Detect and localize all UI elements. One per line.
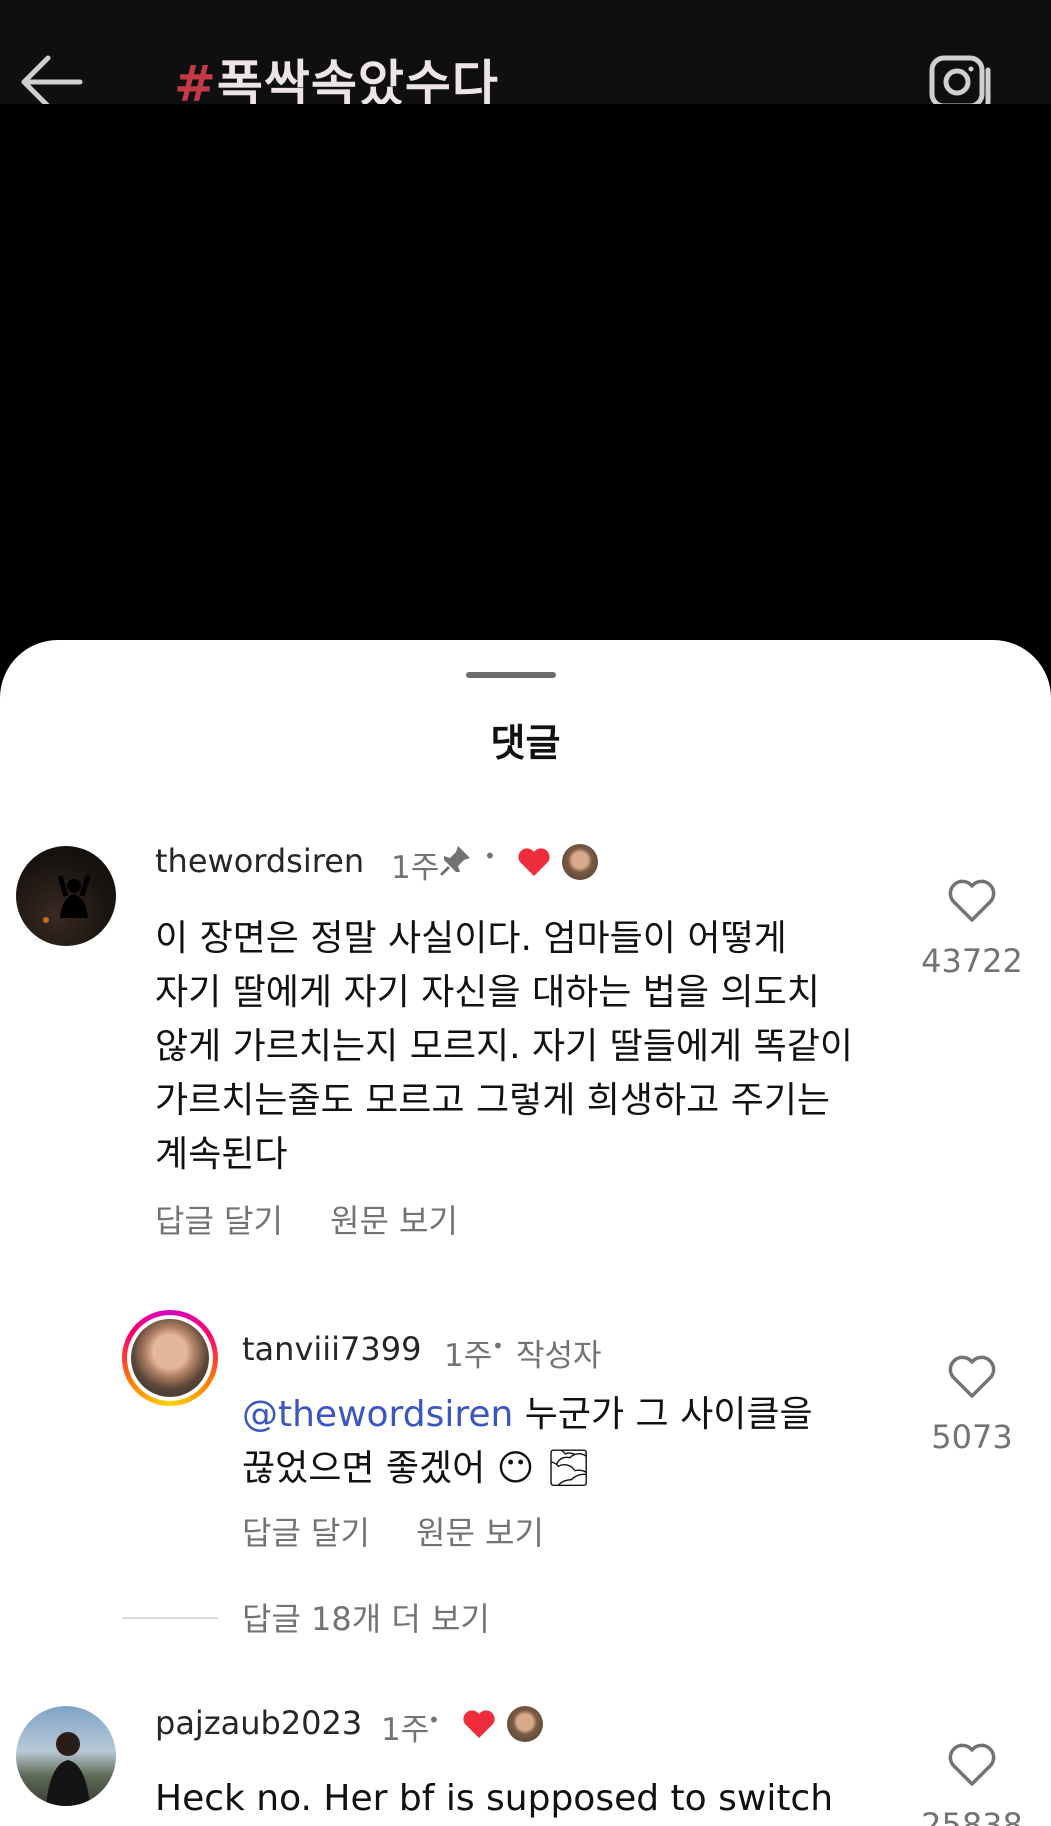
- comments-sheet: 댓글 thewordsiren 1주 • 이 장면은 정말 사실이다. 엄마들이…: [0, 640, 1051, 1826]
- comment-line: 이 장면은 정말 사실이다. 엄마들이 어떻게: [155, 918, 787, 959]
- reply-text-line: 누군가 그 사이클을: [513, 1394, 813, 1435]
- creator-heart-icon: [463, 1710, 495, 1738]
- drag-handle[interactable]: [466, 672, 556, 678]
- reply-text: @thewordsiren 누군가 그 사이클을 끊었으면 좋겠어 😶 🌫: [242, 1388, 813, 1496]
- comment-line: 계속된다: [155, 1134, 288, 1175]
- comment-text: Heck no. Her bf is supposed to switch: [155, 1778, 834, 1819]
- comment-username[interactable]: pajzaub2023: [155, 1704, 362, 1742]
- like-count: 43722: [921, 942, 1023, 980]
- creator-heart-icon: [518, 848, 550, 876]
- like-count: 25838: [921, 1806, 1023, 1826]
- avatar: [131, 1319, 209, 1397]
- meta-separator: •: [428, 1708, 440, 1732]
- avatar-silhouette-icon: [43, 875, 91, 923]
- video-area[interactable]: [0, 104, 1051, 664]
- reply-text-line: 끊었으면 좋겠어: [242, 1448, 486, 1489]
- comment-line: 않게 가르치는지 모르지. 자기 딸들에게 똑같이: [155, 1026, 853, 1067]
- reply-time: 1주: [444, 1338, 493, 1374]
- reply-button[interactable]: 답글 달기: [155, 1196, 283, 1242]
- author-badge: 작성자: [516, 1338, 602, 1374]
- replies-divider: [122, 1617, 218, 1619]
- view-more-replies-button[interactable]: 답글 18개 더 보기: [242, 1594, 490, 1640]
- comment-username[interactable]: thewordsiren: [155, 842, 364, 880]
- like-heart-icon[interactable]: [947, 1742, 997, 1788]
- avatar[interactable]: [16, 1706, 116, 1806]
- pin-icon: [440, 846, 470, 876]
- creator-avatar: [507, 1706, 543, 1742]
- meta-separator: •: [492, 1334, 504, 1358]
- like-heart-icon[interactable]: [947, 1354, 997, 1400]
- like-heart-icon[interactable]: [947, 878, 997, 924]
- see-original-button[interactable]: 원문 보기: [330, 1196, 458, 1242]
- avatar-photo-icon: [46, 1732, 90, 1806]
- back-arrow-icon[interactable]: [18, 52, 84, 112]
- comment-time: 1주: [381, 1712, 430, 1748]
- story-ring-avatar[interactable]: [122, 1310, 218, 1406]
- like-count: 5073: [931, 1418, 1013, 1456]
- see-original-button[interactable]: 원문 보기: [416, 1508, 544, 1554]
- meta-separator: •: [484, 844, 496, 868]
- comment-line: 자기 딸에게 자기 자신을 대하는 법을 의도치: [155, 972, 820, 1013]
- top-bar: #폭싹속았수다: [0, 0, 1051, 115]
- comment-line: 가르치는줄도 모르고 그렇게 희생하고 주기는: [155, 1080, 831, 1121]
- comment-text: 이 장면은 정말 사실이다. 엄마들이 어떻게 자기 딸에게 자기 자신을 대하…: [155, 912, 853, 1182]
- reply-username[interactable]: tanviii7399: [242, 1330, 421, 1368]
- comment-time: 1주: [391, 850, 440, 886]
- reply-button[interactable]: 답글 달기: [242, 1508, 370, 1554]
- fog-emoji: 🌫: [545, 1448, 592, 1489]
- sheet-title: 댓글: [490, 721, 561, 765]
- avatar[interactable]: [16, 846, 116, 946]
- mention-link[interactable]: @thewordsiren: [242, 1394, 513, 1435]
- face-without-mouth-emoji: 😶: [496, 1448, 535, 1489]
- creator-avatar: [562, 844, 598, 880]
